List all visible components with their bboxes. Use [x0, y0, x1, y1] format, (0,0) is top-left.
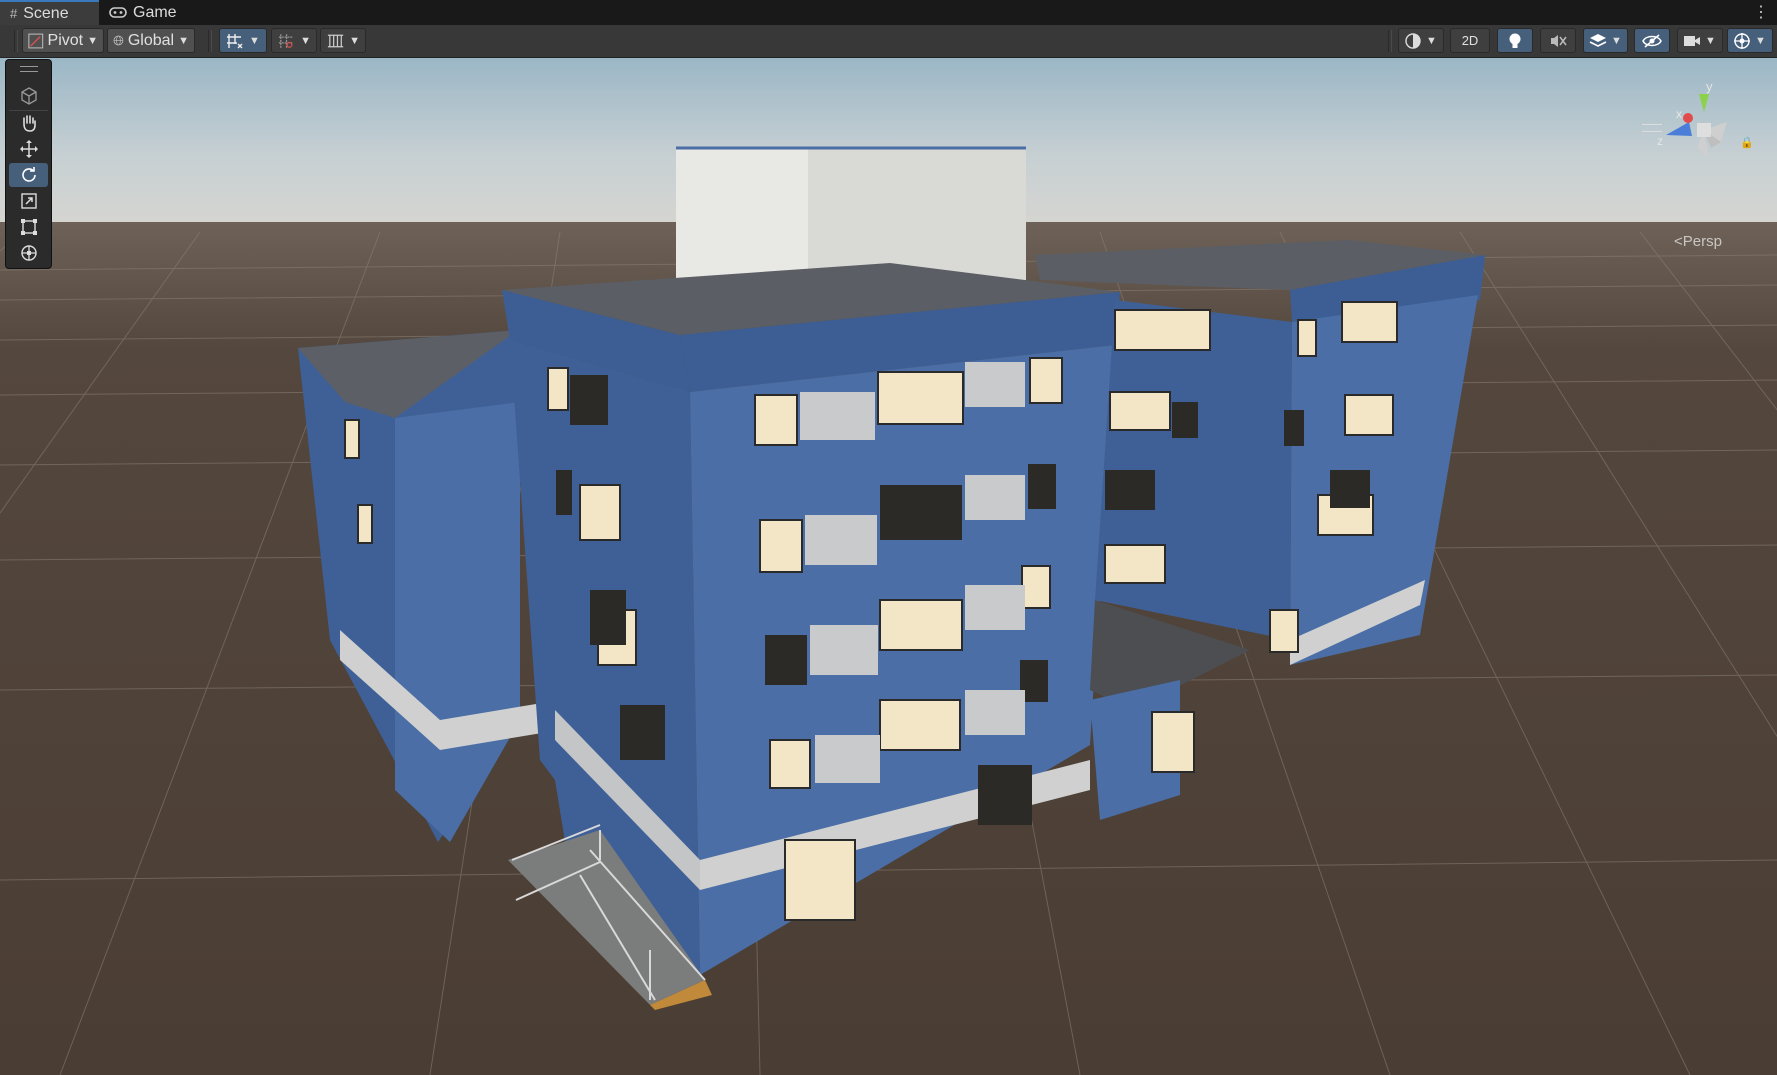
- hand-icon[interactable]: [9, 111, 48, 135]
- orientation-gizmo[interactable]: y x z: [1649, 70, 1749, 200]
- scene-visibility-toggle[interactable]: [1634, 28, 1670, 53]
- eye-hidden-icon: [1642, 33, 1662, 48]
- lightbulb-icon: [1509, 33, 1521, 48]
- more-options-icon[interactable]: ⋮: [1753, 2, 1769, 22]
- lock-icon[interactable]: 🔒: [1740, 136, 1754, 149]
- gizmos-icon: [1734, 32, 1750, 49]
- window-tab-bar: # Scene Game ⋮: [0, 0, 1777, 26]
- lighting-toggle[interactable]: [1497, 28, 1533, 53]
- view-menu-icon[interactable]: [9, 84, 48, 108]
- toolbar-separator: [208, 30, 212, 52]
- 2d-label: 2D: [1461, 33, 1479, 48]
- chevron-down-icon: ▼: [178, 34, 189, 47]
- scale-icon[interactable]: [9, 189, 48, 213]
- chevron-down-icon: ▼: [1755, 34, 1766, 47]
- gizmos-dropdown[interactable]: ▼: [1727, 28, 1773, 53]
- move-icon[interactable]: [9, 137, 48, 161]
- global-dropdown[interactable]: Global ▼: [107, 28, 195, 53]
- camera-icon: [1684, 35, 1700, 46]
- projection-label[interactable]: <Persp: [1674, 233, 1722, 250]
- 2d-toggle[interactable]: 2D: [1450, 28, 1490, 53]
- chevron-down-icon: ▼: [249, 34, 260, 47]
- tab-scene[interactable]: # Scene: [0, 0, 99, 25]
- chevron-down-icon: ▼: [1426, 34, 1437, 47]
- hash-icon: #: [10, 6, 18, 21]
- gizmo-x-label: x: [1676, 107, 1682, 121]
- pivot-icon: [28, 33, 44, 48]
- pivot-dropdown[interactable]: Pivot ▼: [22, 28, 104, 53]
- grid-snap-toggle[interactable]: ▼: [219, 28, 267, 53]
- audio-muted-icon: [1551, 34, 1567, 47]
- chevron-down-icon: ▼: [87, 34, 98, 47]
- globe-icon: [113, 35, 124, 46]
- scene-toolbar: Pivot ▼ Global ▼ ▼ ▼ ▼ ▼ 2D ▼ ▼ ▼: [0, 25, 1777, 58]
- scene-render: [0, 58, 1777, 1075]
- gamepad-icon: [109, 7, 127, 18]
- camera-dropdown[interactable]: ▼: [1677, 28, 1723, 53]
- tab-game[interactable]: Game: [99, 0, 189, 25]
- toolbar-separator: [1388, 30, 1392, 52]
- scene-viewport[interactable]: y x z <Persp 🔒: [0, 58, 1777, 1075]
- chevron-down-icon: ▼: [1705, 34, 1716, 47]
- tab-scene-label: Scene: [23, 4, 69, 22]
- rotate-icon[interactable]: [9, 163, 48, 187]
- tools-overlay: [5, 59, 52, 269]
- chevron-down-icon: ▼: [300, 34, 311, 47]
- transform-icon[interactable]: [9, 241, 48, 265]
- chevron-down-icon: ▼: [1611, 34, 1622, 47]
- layers-icon: [1589, 33, 1607, 47]
- grid-visibility-toggle[interactable]: ▼: [320, 28, 366, 53]
- chevron-down-icon: ▼: [349, 34, 360, 47]
- shading-mode-dropdown[interactable]: ▼: [1398, 28, 1444, 53]
- increment-snap-toggle[interactable]: ▼: [271, 28, 317, 53]
- back-arrow-icon: <: [1674, 233, 1683, 250]
- panel-drag-handle-icon[interactable]: [20, 66, 38, 72]
- gizmo-drag-handle-icon[interactable]: [1642, 124, 1662, 132]
- shading-sphere-icon: [1405, 32, 1421, 49]
- increment-snap-icon: [278, 33, 293, 48]
- tab-game-label: Game: [133, 3, 177, 21]
- gizmo-y-label: y: [1706, 79, 1713, 94]
- gizmo-z-label: z: [1657, 134, 1663, 148]
- pivot-label: Pivot: [47, 31, 84, 49]
- effects-dropdown[interactable]: ▼: [1583, 28, 1628, 53]
- grid-snap-icon: [227, 33, 243, 48]
- global-label: Global: [127, 31, 175, 49]
- rect-icon[interactable]: [9, 215, 48, 239]
- toolbar-separator: [14, 30, 18, 52]
- grid-icon: [327, 34, 344, 47]
- audio-toggle[interactable]: [1540, 28, 1576, 53]
